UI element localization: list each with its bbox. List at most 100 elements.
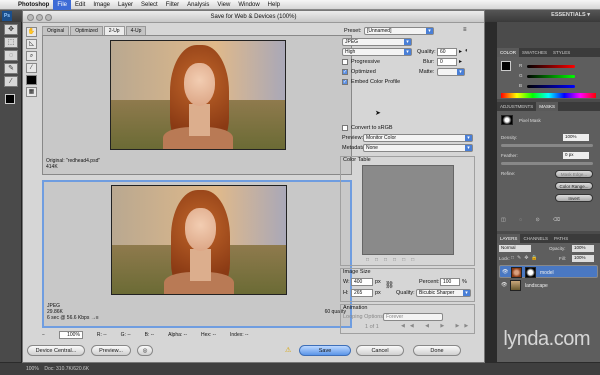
optimized-checkbox[interactable]: ✓: [342, 69, 348, 75]
tab-4-up[interactable]: 4-Up: [125, 26, 147, 35]
tab-optimized[interactable]: Optimized: [70, 26, 103, 35]
looping-select[interactable]: Forever: [383, 313, 443, 321]
menu-photoshop[interactable]: Photoshop: [14, 0, 53, 10]
menu-layer[interactable]: Layer: [114, 0, 137, 10]
blur-stepper-icon[interactable]: ▸: [459, 58, 462, 65]
zoom-level-field[interactable]: 100%: [58, 330, 83, 339]
layer-mask-thumbnail[interactable]: [525, 267, 536, 278]
tab-layers[interactable]: LAYERS: [497, 234, 521, 243]
height-field[interactable]: 265: [351, 289, 373, 297]
color-spectrum[interactable]: [501, 93, 596, 98]
foreground-color-swatch[interactable]: [5, 94, 15, 104]
cancel-button[interactable]: Cancel: [356, 345, 404, 356]
matte-select[interactable]: ▾: [437, 68, 465, 76]
device-central-button[interactable]: Device Central...: [27, 345, 85, 356]
preset-select[interactable]: [Unnamed] ▾: [364, 27, 434, 35]
move-tool-icon[interactable]: ✥: [4, 24, 18, 35]
zoom-minus-icon[interactable]: −: [42, 332, 45, 338]
refine-label: Refine:: [501, 171, 516, 176]
g-slider[interactable]: [527, 75, 575, 78]
menu-edit[interactable]: Edit: [71, 0, 89, 10]
resample-select[interactable]: Bicubic Sharper ▾: [416, 289, 471, 297]
lock-icons[interactable]: □✎✥🔒: [511, 255, 541, 261]
quality-channel-mask-icon[interactable]: ◐: [465, 48, 469, 54]
color-table-icons[interactable]: □□□□□□: [366, 257, 420, 263]
preview-select[interactable]: Monitor Color ▾: [363, 134, 473, 142]
save-button[interactable]: Save: [299, 345, 351, 356]
opacity-field[interactable]: 100%: [572, 245, 594, 252]
color-table-swatches[interactable]: [362, 165, 454, 255]
density-slider[interactable]: [501, 144, 593, 147]
quality-stepper-icon[interactable]: ▸: [459, 48, 462, 55]
b-slider[interactable]: [527, 85, 575, 88]
eye-icon[interactable]: 👁: [501, 282, 507, 288]
feather-field[interactable]: 0 px: [563, 152, 589, 159]
color-range-button[interactable]: Color Range...: [555, 182, 593, 190]
preview-button[interactable]: Preview...: [91, 345, 131, 356]
animation-playback-icons[interactable]: ◀◀ ◀ ▶ ▶▶: [401, 323, 473, 329]
constrain-proportions-icon[interactable]: ⛓: [385, 281, 394, 289]
hand-tool-icon[interactable]: ✋: [26, 27, 37, 37]
r-slider[interactable]: [527, 65, 575, 68]
tab-swatches[interactable]: SWATCHES: [519, 48, 550, 57]
workspace-switcher[interactable]: ESSENTIALS ▾: [551, 12, 590, 18]
tab-channels[interactable]: CHANNELS: [520, 234, 551, 243]
feather-slider[interactable]: [501, 162, 593, 165]
menu-filter[interactable]: Filter: [162, 0, 183, 10]
optimize-menu-icon[interactable]: ≡: [463, 27, 467, 33]
color-swatch[interactable]: [501, 61, 511, 71]
width-field[interactable]: 400: [351, 278, 373, 286]
eyedropper-icon[interactable]: ⁄: [26, 63, 37, 73]
metadata-select[interactable]: None ▾: [363, 144, 473, 152]
embed-profile-checkbox[interactable]: ✓: [342, 79, 348, 85]
tab-original[interactable]: Original: [42, 26, 70, 35]
tab-paths[interactable]: PATHS: [551, 234, 571, 243]
close-window-button[interactable]: [27, 14, 34, 21]
doc-zoom[interactable]: 100%: [26, 366, 39, 372]
percent-field[interactable]: 100: [440, 278, 460, 286]
tab-adjustments[interactable]: ADJUSTMENTS: [497, 102, 536, 111]
mask-panel-icons[interactable]: ◫ ◌ ⊙ ⌫: [501, 217, 566, 223]
fill-label: Fill:: [559, 256, 566, 261]
original-preview-pane[interactable]: Original: "redhead4.psd" 414K: [42, 35, 352, 175]
eye-icon[interactable]: 👁: [502, 269, 508, 276]
mask-edge-button[interactable]: Mask Edge...: [555, 170, 593, 178]
tab-color[interactable]: COLOR: [497, 48, 520, 57]
tab-2-up[interactable]: 2-Up: [103, 26, 125, 35]
menu-file[interactable]: File: [53, 0, 71, 10]
tab-styles[interactable]: STYLES: [550, 48, 573, 57]
zoom-tool-icon[interactable]: ⌕: [26, 51, 37, 61]
done-button[interactable]: Done: [413, 345, 461, 356]
lasso-tool-icon[interactable]: ◌: [4, 50, 18, 61]
quality-preset-select[interactable]: High ▾: [342, 48, 412, 56]
zoom-window-button[interactable]: [45, 14, 52, 21]
eyedropper-color-swatch[interactable]: [26, 75, 37, 85]
eyedropper-tool-icon[interactable]: ⁄: [4, 76, 18, 87]
menu-help[interactable]: Help: [264, 0, 284, 10]
menu-window[interactable]: Window: [234, 0, 263, 10]
download-time-menu-icon[interactable]: →≡: [91, 315, 99, 321]
file-format-select[interactable]: JPEG ▾: [342, 38, 412, 46]
minimize-window-button[interactable]: [36, 14, 43, 21]
brush-tool-icon[interactable]: ✎: [4, 63, 18, 74]
blend-mode-select[interactable]: Normal: [499, 245, 531, 252]
fill-field[interactable]: 100%: [572, 255, 594, 262]
menu-select[interactable]: Select: [137, 0, 162, 10]
blur-field[interactable]: 0: [437, 58, 457, 66]
browser-icon[interactable]: ◎: [137, 345, 153, 356]
invert-button[interactable]: Invert: [555, 194, 593, 202]
layer-model[interactable]: 👁 model: [499, 265, 598, 278]
marquee-tool-icon[interactable]: ⬚: [4, 37, 18, 48]
progressive-checkbox[interactable]: [342, 59, 348, 65]
layer-landscape[interactable]: 👁 landscape: [499, 279, 598, 292]
density-field[interactable]: 100%: [563, 134, 589, 141]
toggle-slices-icon[interactable]: ▦: [26, 87, 37, 97]
menu-image[interactable]: Image: [89, 0, 114, 10]
tab-masks[interactable]: MASKS: [536, 102, 559, 111]
menu-view[interactable]: View: [213, 0, 234, 10]
convert-srgb-checkbox[interactable]: [342, 125, 348, 131]
menu-analysis[interactable]: Analysis: [183, 0, 213, 10]
slice-select-tool-icon[interactable]: ◺: [26, 39, 37, 49]
optimized-preview-pane[interactable]: JPEG 29.86K 6 sec @ 56.6 Kbps →≡ 60 qual…: [42, 180, 352, 328]
quality-field[interactable]: 60: [437, 48, 457, 56]
